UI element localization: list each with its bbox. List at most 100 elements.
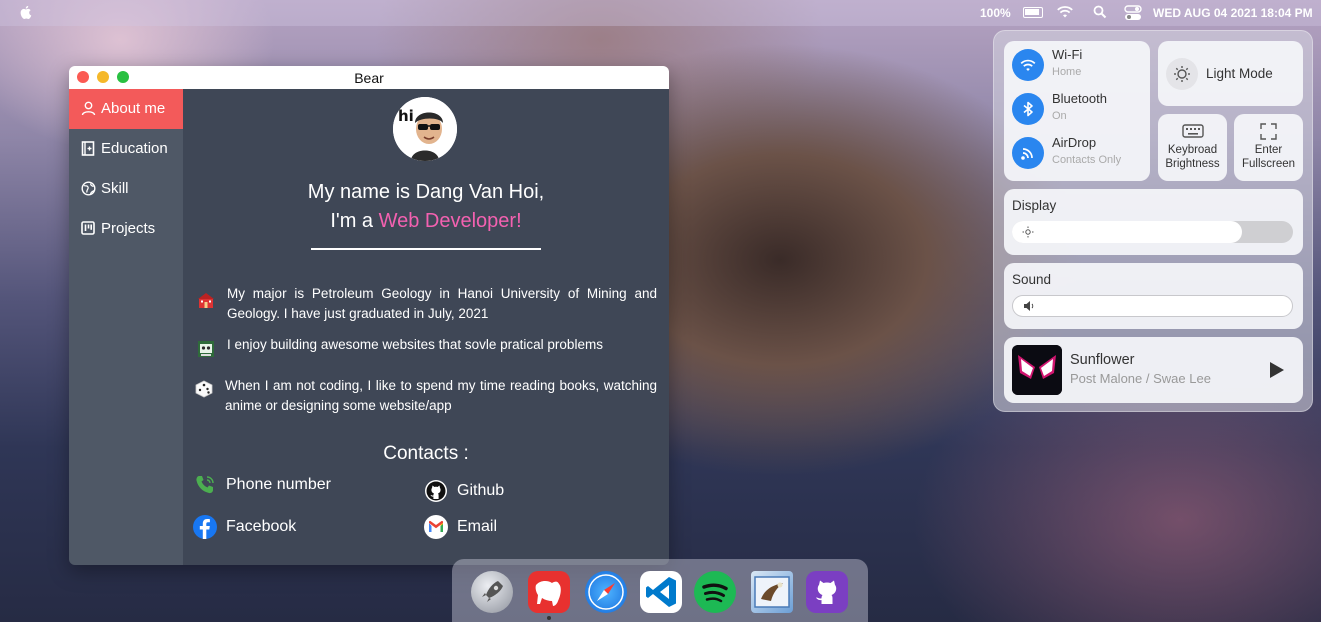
book-icon (81, 141, 95, 156)
contact-phone[interactable]: Phone number (193, 473, 393, 499)
control-center: Wi-Fi Home Bluetooth On AirDrop Contacts… (993, 30, 1313, 412)
sidebar: About me Education Skill Projects (69, 89, 183, 565)
menu-bar: 100% WED AUG 04 2021 18:04 PM (0, 0, 1321, 26)
light-mode-label: Light Mode (1206, 66, 1273, 81)
vscode-icon[interactable] (640, 571, 682, 613)
hero-role: Web Developer! (378, 210, 522, 232)
brightness-icon (1022, 226, 1034, 238)
contacts-title: Contacts : (383, 443, 469, 464)
play-icon[interactable] (1269, 361, 1285, 379)
sidebar-item-label: Projects (101, 220, 156, 237)
dock (452, 559, 868, 622)
bluetooth-status: On (1052, 110, 1067, 122)
window-titlebar[interactable]: Bear (69, 66, 669, 89)
memoji-avatar-icon: hi (393, 97, 457, 161)
avatar-hi-text: hi (398, 107, 414, 125)
sound-tile: Sound (1004, 263, 1303, 329)
sun-icon (1166, 58, 1198, 90)
bear-window: Bear About me Education Skill Projects h… (69, 66, 669, 565)
fullscreen-tile[interactable]: Enter Fullscreen (1234, 114, 1303, 181)
contact-label: Phone number (226, 476, 331, 493)
wifi-status: Home (1052, 66, 1082, 78)
spiderman-icon (1012, 345, 1062, 395)
fullscreen-icon (1260, 123, 1277, 140)
keyboard-icon (1182, 124, 1204, 138)
safari-icon[interactable] (585, 571, 627, 613)
track-artist: Post Malone / Swae Lee (1070, 371, 1211, 386)
bio-text-enjoy: I enjoy building awesome websites that s… (227, 337, 603, 352)
wifi-icon[interactable] (1056, 5, 1074, 19)
sidebar-item-projects[interactable]: Projects (69, 209, 183, 249)
menubar-clock[interactable]: WED AUG 04 2021 18:04 PM (1153, 6, 1313, 20)
sound-slider[interactable] (1012, 295, 1293, 317)
facebook-icon (193, 515, 217, 539)
window-title: Bear (354, 70, 384, 86)
computer-icon (198, 341, 214, 357)
bio-text-hobbies: When I am not coding, I like to spend my… (225, 378, 657, 413)
apple-icon[interactable] (18, 4, 34, 20)
connectivity-tile: Wi-Fi Home Bluetooth On AirDrop Contacts… (1004, 41, 1150, 181)
bear-running-indicator (547, 616, 551, 620)
airdrop-toggle[interactable]: AirDrop Contacts Only (1012, 133, 1148, 175)
launchpad-icon[interactable] (471, 571, 513, 613)
bear-icon[interactable] (528, 571, 570, 613)
battery-icon[interactable] (1023, 7, 1043, 18)
wifi-title: Wi-Fi (1052, 47, 1083, 62)
light-mode-tile[interactable]: Light Mode (1158, 41, 1303, 106)
school-icon (198, 293, 214, 308)
display-title: Display (1012, 198, 1057, 213)
board-icon (81, 221, 95, 235)
airdrop-status: Contacts Only (1052, 154, 1122, 166)
speaker-icon (1024, 301, 1034, 311)
contact-facebook[interactable]: Facebook (193, 515, 393, 541)
display-slider-fill (1012, 221, 1243, 243)
sidebar-item-about-me[interactable]: About me (69, 89, 183, 129)
keyboard-brightness-tile[interactable]: Keybroad Brightness (1158, 114, 1227, 181)
contact-label: Facebook (226, 518, 297, 535)
sidebar-item-label: Skill (101, 180, 129, 197)
sound-title: Sound (1012, 272, 1052, 287)
dice-icon (195, 380, 213, 398)
bluetooth-title: Bluetooth (1052, 91, 1107, 106)
airdrop-icon (1012, 137, 1044, 169)
hero-role-line: I'm a Web Developer! (183, 210, 669, 233)
hero-divider (311, 248, 541, 250)
bluetooth-toggle[interactable]: Bluetooth On (1012, 89, 1148, 131)
display-slider[interactable] (1012, 221, 1293, 243)
gmail-icon (424, 515, 448, 539)
wifi-toggle[interactable]: Wi-Fi Home (1012, 45, 1148, 87)
contact-github[interactable]: Github (424, 479, 624, 505)
wifi-icon (1012, 49, 1044, 81)
contact-label: Github (457, 482, 505, 499)
contact-label: Email (457, 518, 498, 535)
github-icon (425, 480, 447, 502)
display-tile: Display (1004, 189, 1303, 255)
fullscreen-line1: Enter (1254, 144, 1283, 156)
keyboard-brightness-line2: Brightness (1165, 158, 1220, 170)
spotify-icon[interactable] (694, 571, 736, 613)
user-icon (81, 101, 96, 116)
about-me-content: hi My name is Dang Van Hoi, I'm a Web De… (183, 89, 669, 565)
contact-email[interactable]: Email (424, 515, 624, 541)
sidebar-item-label: About me (101, 100, 166, 117)
album-art (1012, 345, 1062, 395)
sidebar-item-skill[interactable]: Skill (69, 169, 183, 209)
phone-icon (196, 476, 214, 494)
battery-percent: 100% (980, 6, 1011, 20)
github-icon[interactable] (806, 571, 848, 613)
now-playing-tile: Sunflower Post Malone / Swae Lee (1004, 337, 1303, 403)
airdrop-title: AirDrop (1052, 135, 1097, 150)
bio-text-major: My major is Petroleum Geology in Hanoi U… (227, 286, 657, 321)
mail-icon[interactable] (751, 571, 793, 613)
hero-name: My name is Dang Van Hoi, (307, 181, 545, 203)
sidebar-item-education[interactable]: Education (69, 129, 183, 169)
sidebar-item-label: Education (101, 140, 168, 157)
control-center-icon[interactable] (1124, 5, 1142, 21)
globe-icon (81, 181, 96, 196)
fullscreen-line2: Fullscreen (1241, 158, 1296, 170)
hero-role-prefix: I'm a (330, 210, 379, 232)
bluetooth-icon (1012, 93, 1044, 125)
track-title: Sunflower (1070, 352, 1135, 368)
search-icon[interactable] (1093, 5, 1107, 19)
avatar: hi (393, 97, 457, 161)
